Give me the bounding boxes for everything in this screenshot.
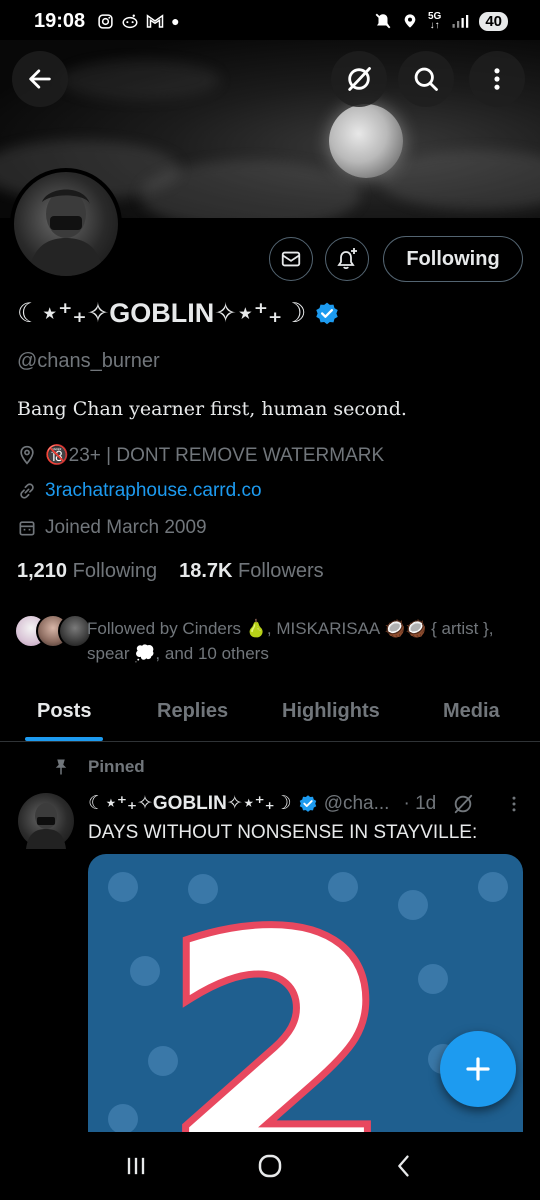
gmail-icon: [146, 14, 164, 28]
followers-count-link[interactable]: 18.7K Followers: [179, 560, 324, 583]
followed-by-text[interactable]: Followed by Cinders 🍐, MISKARISAA 🥥🥥 { a…: [87, 616, 527, 666]
joined-text: Joined March 2009: [45, 517, 207, 538]
avatar-image: [26, 803, 66, 849]
post-text: DAYS WITHOUT NONSENSE IN STAYVILLE:: [88, 822, 478, 843]
bell-plus-icon: [337, 248, 357, 270]
verified-badge-icon: [316, 302, 339, 324]
location-pin-icon: [20, 445, 34, 465]
mail-icon: [281, 251, 301, 267]
following-count-link[interactable]: 1,210 Following: [17, 560, 157, 583]
more-button[interactable]: [469, 51, 525, 107]
followed-by-avatars[interactable]: [14, 614, 92, 648]
pin-icon: [55, 759, 67, 775]
followers-label: Followers: [238, 560, 324, 582]
compose-button[interactable]: [440, 1031, 516, 1107]
android-navigation-bar: [0, 1132, 540, 1200]
profile-name: ☾⋆⁺₊✧GOBLIN✧⋆⁺₊☽: [17, 298, 340, 329]
following-count: 1,210: [17, 560, 68, 582]
back-button[interactable]: [12, 51, 68, 107]
grok-icon[interactable]: [452, 793, 474, 815]
grok-icon: [348, 67, 371, 91]
link-icon: [20, 483, 34, 499]
home-icon[interactable]: [255, 1151, 285, 1181]
pinned-label: Pinned: [88, 757, 145, 776]
pinned-indicator: Pinned: [52, 757, 145, 777]
following-label: Following: [72, 560, 158, 582]
dot-icon: ●: [171, 13, 180, 29]
tab-highlights[interactable]: Highlights: [282, 700, 380, 723]
tab-posts[interactable]: Posts: [37, 700, 91, 723]
mute-icon: [375, 13, 391, 29]
follow-counts: 1,210 Following 18.7K Followers: [17, 560, 324, 583]
profile-location: 🔞23+ | DONT REMOVE WATERMARK: [17, 443, 384, 467]
network-indicator: 5G ↓↑: [427, 11, 442, 31]
verified-badge-icon: [299, 794, 316, 812]
signal-icon: [452, 15, 469, 28]
active-tab-indicator: [25, 737, 103, 741]
profile-handle: @chans_burner: [17, 350, 160, 372]
search-button[interactable]: [398, 51, 454, 107]
message-button[interactable]: [269, 237, 313, 281]
profile-joined: Joined March 2009: [17, 517, 207, 539]
back-nav-icon[interactable]: [390, 1152, 418, 1180]
profile-avatar[interactable]: [10, 168, 122, 280]
more-vertical-icon[interactable]: [504, 794, 524, 814]
followers-count: 18.7K: [179, 560, 233, 582]
avatar-image: [28, 189, 104, 276]
instagram-icon: [98, 13, 113, 29]
grok-button[interactable]: [331, 51, 387, 107]
status-bar: 19:08 ● 5G ↓↑ 40: [0, 0, 540, 42]
moon-image: [329, 104, 403, 178]
battery-indicator: 40: [479, 11, 508, 31]
location-text: 🔞23+ | DONT REMOVE WATERMARK: [45, 445, 385, 466]
notifications-button[interactable]: [325, 237, 369, 281]
location-icon: [404, 14, 416, 28]
more-vertical-icon: [494, 68, 500, 90]
tab-replies[interactable]: Replies: [157, 700, 228, 723]
status-time: 19:08: [34, 9, 86, 32]
post-header: ☾⋆⁺₊✧GOBLIN✧⋆⁺₊☽ @cha... · 1d: [88, 792, 524, 815]
display-name: ☾⋆⁺₊✧GOBLIN✧⋆⁺₊☽: [17, 298, 307, 328]
post-author-name[interactable]: ☾⋆⁺₊✧GOBLIN✧⋆⁺₊☽: [88, 792, 292, 815]
recents-icon[interactable]: [122, 1152, 150, 1180]
calendar-icon: [19, 521, 35, 536]
post-time: · 1d: [403, 792, 437, 814]
profile-bio: Bang Chan yearner first, human second.: [17, 398, 407, 420]
tab-media[interactable]: Media: [443, 700, 500, 723]
post-image-number: 2: [156, 867, 400, 1134]
reddit-icon: [122, 14, 138, 29]
search-icon: [414, 67, 438, 91]
following-button[interactable]: Following: [383, 236, 523, 282]
plus-icon: [466, 1057, 490, 1081]
profile-website[interactable]: 3rachatraphouse.carrd.co: [17, 480, 262, 502]
arrow-left-icon: [29, 69, 51, 89]
post-author-avatar[interactable]: [18, 793, 74, 849]
post-author-handle[interactable]: @cha...: [324, 793, 390, 815]
website-link[interactable]: 3rachatraphouse.carrd.co: [45, 480, 262, 502]
profile-tabs: Posts Replies Highlights Media: [0, 686, 540, 742]
